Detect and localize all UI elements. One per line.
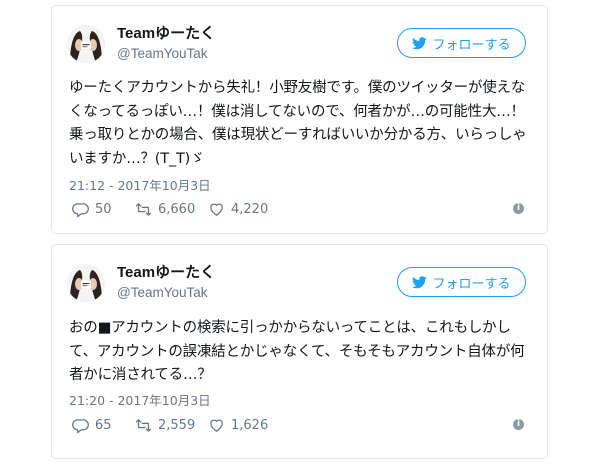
retweet-button[interactable]: 2,559	[135, 417, 195, 434]
retweet-count: 6,660	[158, 202, 196, 217]
like-count: 4,220	[231, 202, 269, 217]
follow-button-label: フォローする	[432, 276, 511, 292]
follow-button[interactable]: フォローする	[397, 267, 526, 297]
info-icon[interactable]: i	[513, 419, 524, 430]
follow-button[interactable]: フォローする	[397, 28, 526, 58]
reply-count: 65	[95, 418, 112, 433]
like-button[interactable]: 4,220	[208, 201, 268, 218]
timestamp[interactable]: 21:20 - 2017年10月3日	[69, 390, 211, 409]
display-name[interactable]: Teamゆーたく	[117, 25, 215, 43]
reply-count: 50	[95, 202, 112, 217]
display-name[interactable]: Teamゆーたく	[117, 264, 215, 282]
retweet-button[interactable]: 6,660	[135, 201, 195, 218]
tweet-text: ゆーたくアカウントから失礼！小野友樹です。僕のツイッターが使えなくなってるっぽい…	[69, 80, 527, 167]
like-icon	[210, 419, 223, 432]
tweet-card: Teamゆーたく @TeamYouTak フォローする ゆーたくアカウントから失…	[51, 5, 548, 234]
reply-button[interactable]: 50	[72, 201, 112, 218]
retweet-count: 2,559	[158, 418, 196, 433]
tweet-text: おの■アカウントの検索に引っかからないってことは、これもしかして、アカウントの誤…	[69, 320, 525, 383]
reply-icon	[72, 419, 89, 434]
tweet-actions: 50 6,660 4,220 i	[72, 201, 531, 219]
user-handle[interactable]: @TeamYouTak	[117, 46, 208, 62]
avatar[interactable]	[67, 264, 105, 302]
tweet-actions: 65 2,559 1,626 i	[72, 417, 531, 435]
tweet-card: Teamゆーたく @TeamYouTak フォローする おの■アカウントの検索に…	[51, 244, 548, 459]
reply-icon	[72, 203, 89, 218]
follow-button-label: フォローする	[432, 37, 511, 53]
like-icon	[210, 203, 223, 216]
user-handle[interactable]: @TeamYouTak	[117, 285, 208, 301]
retweet-icon	[135, 203, 152, 216]
info-icon[interactable]: i	[513, 203, 524, 214]
reply-button[interactable]: 65	[72, 417, 112, 434]
retweet-icon	[135, 419, 152, 432]
avatar[interactable]	[67, 25, 105, 63]
twitter-bird-icon	[412, 36, 428, 49]
like-count: 1,626	[231, 418, 269, 433]
timestamp[interactable]: 21:12 - 2017年10月3日	[69, 175, 211, 194]
twitter-bird-icon	[412, 275, 428, 288]
like-button[interactable]: 1,626	[208, 417, 268, 434]
